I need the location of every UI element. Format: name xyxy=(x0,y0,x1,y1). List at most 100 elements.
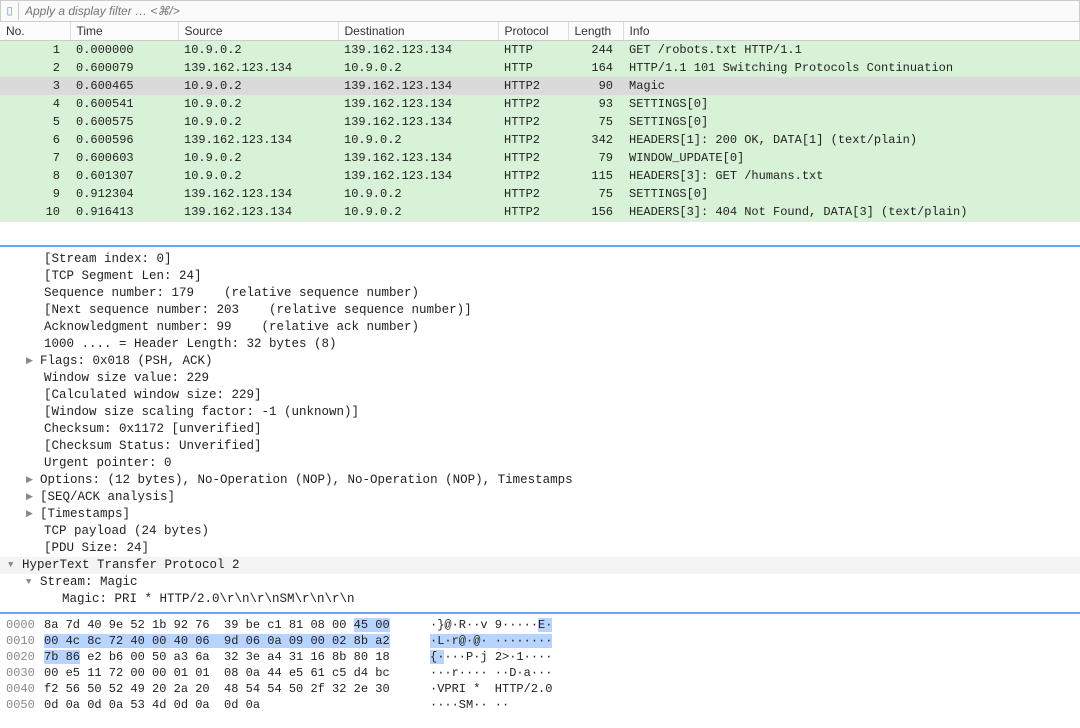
cell-src: 139.162.123.134 xyxy=(178,185,338,203)
cell-dst: 139.162.123.134 xyxy=(338,41,498,60)
cell-time: 0.600603 xyxy=(70,149,178,167)
detail-line[interactable]: [Timestamps] xyxy=(0,506,1080,523)
cell-len: 164 xyxy=(568,59,623,77)
cell-len: 342 xyxy=(568,131,623,149)
detail-line[interactable]: Urgent pointer: 0 xyxy=(0,455,1080,472)
col-dst[interactable]: Destination xyxy=(338,22,498,41)
cell-proto: HTTP2 xyxy=(498,95,568,113)
hex-row[interactable]: 00207b 86 e2 b6 00 50 a3 6a 32 3e a4 31 … xyxy=(0,649,1080,665)
cell-proto: HTTP2 xyxy=(498,203,568,221)
cell-dst: 139.162.123.134 xyxy=(338,149,498,167)
packet-row[interactable]: 50.60057510.9.0.2139.162.123.134HTTP275S… xyxy=(0,113,1080,131)
hex-row[interactable]: 00500d 0a 0d 0a 53 4d 0d 0a 0d 0a····SM·… xyxy=(0,697,1080,713)
cell-dst: 10.9.0.2 xyxy=(338,59,498,77)
col-proto[interactable]: Protocol xyxy=(498,22,568,41)
detail-line[interactable]: Stream: Magic xyxy=(0,574,1080,591)
detail-line[interactable]: [Checksum Status: Unverified] xyxy=(0,438,1080,455)
hex-offset: 0050 xyxy=(0,697,44,713)
cell-src: 10.9.0.2 xyxy=(178,95,338,113)
cell-no: 3 xyxy=(0,77,70,95)
detail-line[interactable]: [SEQ/ACK analysis] xyxy=(0,489,1080,506)
cell-len: 156 xyxy=(568,203,623,221)
cell-time: 0.600465 xyxy=(70,77,178,95)
hex-row[interactable]: 00008a 7d 40 9e 52 1b 92 76 39 be c1 81 … xyxy=(0,617,1080,633)
packet-row[interactable]: 40.60054110.9.0.2139.162.123.134HTTP293S… xyxy=(0,95,1080,113)
cell-len: 79 xyxy=(568,149,623,167)
cell-no: 1 xyxy=(0,41,70,60)
cell-info: HEADERS[3]: 404 Not Found, DATA[3] (text… xyxy=(623,203,1080,221)
hex-offset: 0030 xyxy=(0,665,44,681)
cell-info: HEADERS[1]: 200 OK, DATA[1] (text/plain) xyxy=(623,131,1080,149)
packet-row[interactable]: 20.600079139.162.123.13410.9.0.2HTTP164H… xyxy=(0,59,1080,77)
cell-len: 90 xyxy=(568,77,623,95)
packet-details-pane[interactable]: [Stream index: 0][TCP Segment Len: 24]Se… xyxy=(0,245,1080,612)
col-len[interactable]: Length xyxy=(568,22,623,41)
hex-bytes: 0d 0a 0d 0a 53 4d 0d 0a 0d 0a xyxy=(44,697,424,713)
packet-row[interactable]: 90.912304139.162.123.13410.9.0.2HTTP275S… xyxy=(0,185,1080,203)
hex-row[interactable]: 001000 4c 8c 72 40 00 40 06 9d 06 0a 09 … xyxy=(0,633,1080,649)
display-filter-bar: ▯ xyxy=(0,0,1080,22)
detail-line[interactable]: Window size value: 229 xyxy=(0,370,1080,387)
detail-line[interactable]: Magic: PRI * HTTP/2.0\r\n\r\nSM\r\n\r\n xyxy=(0,591,1080,608)
packet-row[interactable]: 100.916413139.162.123.13410.9.0.2HTTP215… xyxy=(0,203,1080,221)
cell-time: 0.916413 xyxy=(70,203,178,221)
detail-line[interactable]: HyperText Transfer Protocol 2 xyxy=(0,557,1080,574)
cell-no: 6 xyxy=(0,131,70,149)
packet-row[interactable]: 30.60046510.9.0.2139.162.123.134HTTP290M… xyxy=(0,77,1080,95)
col-info[interactable]: Info xyxy=(623,22,1080,41)
cell-dst: 10.9.0.2 xyxy=(338,131,498,149)
packet-row[interactable]: 80.60130710.9.0.2139.162.123.134HTTP2115… xyxy=(0,167,1080,185)
cell-dst: 10.9.0.2 xyxy=(338,203,498,221)
detail-line[interactable]: TCP payload (24 bytes) xyxy=(0,523,1080,540)
detail-line[interactable]: [Calculated window size: 229] xyxy=(0,387,1080,404)
cell-src: 10.9.0.2 xyxy=(178,77,338,95)
hex-bytes: 00 4c 8c 72 40 00 40 06 9d 06 0a 09 00 0… xyxy=(44,633,424,649)
detail-line[interactable]: Options: (12 bytes), No-Operation (NOP),… xyxy=(0,472,1080,489)
cell-no: 4 xyxy=(0,95,70,113)
cell-time: 0.600596 xyxy=(70,131,178,149)
col-src[interactable]: Source xyxy=(178,22,338,41)
col-no[interactable]: No. xyxy=(0,22,70,41)
cell-src: 10.9.0.2 xyxy=(178,167,338,185)
hex-bytes: f2 56 50 52 49 20 2a 20 48 54 54 50 2f 3… xyxy=(44,681,424,697)
hex-row[interactable]: 003000 e5 11 72 00 00 01 01 08 0a 44 e5 … xyxy=(0,665,1080,681)
hex-ascii: ···r···· ··D·a··· xyxy=(424,665,552,681)
cell-proto: HTTP xyxy=(498,59,568,77)
detail-line[interactable]: [Window size scaling factor: -1 (unknown… xyxy=(0,404,1080,421)
cell-no: 8 xyxy=(0,167,70,185)
hex-ascii: {····P·j 2>·1···· xyxy=(424,649,552,665)
cell-time: 0.912304 xyxy=(70,185,178,203)
packet-list-header-row: No. Time Source Destination Protocol Len… xyxy=(0,22,1080,41)
detail-line[interactable]: [PDU Size: 24] xyxy=(0,540,1080,557)
detail-line[interactable]: Sequence number: 179 (relative sequence … xyxy=(0,285,1080,302)
cell-info: GET /robots.txt HTTP/1.1 xyxy=(623,41,1080,60)
cell-proto: HTTP2 xyxy=(498,167,568,185)
detail-line[interactable]: 1000 .... = Header Length: 32 bytes (8) xyxy=(0,336,1080,353)
cell-dst: 139.162.123.134 xyxy=(338,95,498,113)
cell-no: 7 xyxy=(0,149,70,167)
detail-line[interactable]: Flags: 0x018 (PSH, ACK) xyxy=(0,353,1080,370)
detail-line[interactable]: Checksum: 0x1172 [unverified] xyxy=(0,421,1080,438)
hex-row[interactable]: 0040f2 56 50 52 49 20 2a 20 48 54 54 50 … xyxy=(0,681,1080,697)
hex-ascii: ·L·r@·@· ········ xyxy=(424,633,552,649)
cell-no: 10 xyxy=(0,203,70,221)
packet-row[interactable]: 70.60060310.9.0.2139.162.123.134HTTP279W… xyxy=(0,149,1080,167)
cell-proto: HTTP2 xyxy=(498,149,568,167)
cell-src: 10.9.0.2 xyxy=(178,149,338,167)
packet-row[interactable]: 10.00000010.9.0.2139.162.123.134HTTP244G… xyxy=(0,41,1080,60)
detail-line[interactable]: [TCP Segment Len: 24] xyxy=(0,268,1080,285)
cell-src: 10.9.0.2 xyxy=(178,41,338,60)
display-filter-input[interactable] xyxy=(19,2,1079,20)
packet-row[interactable]: 60.600596139.162.123.13410.9.0.2HTTP2342… xyxy=(0,131,1080,149)
detail-line[interactable]: [Next sequence number: 203 (relative seq… xyxy=(0,302,1080,319)
bookmark-icon[interactable]: ▯ xyxy=(1,2,19,20)
detail-line[interactable]: [Stream index: 0] xyxy=(0,251,1080,268)
cell-time: 0.600541 xyxy=(70,95,178,113)
cell-proto: HTTP2 xyxy=(498,113,568,131)
hex-bytes: 00 e5 11 72 00 00 01 01 08 0a 44 e5 61 c… xyxy=(44,665,424,681)
detail-line[interactable]: Acknowledgment number: 99 (relative ack … xyxy=(0,319,1080,336)
packet-bytes-pane[interactable]: 00008a 7d 40 9e 52 1b 92 76 39 be c1 81 … xyxy=(0,612,1080,716)
cell-no: 5 xyxy=(0,113,70,131)
col-time[interactable]: Time xyxy=(70,22,178,41)
cell-time: 0.601307 xyxy=(70,167,178,185)
